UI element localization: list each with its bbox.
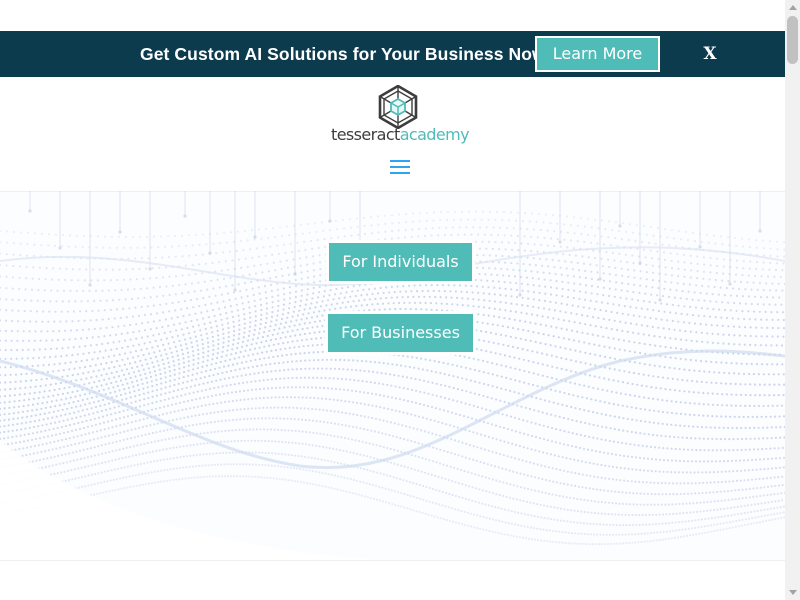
- logo-wordmark[interactable]: tesseractacademy: [0, 125, 785, 144]
- hero-section: For Individuals For Businesses: [0, 191, 785, 560]
- section-divider: [0, 560, 785, 561]
- scroll-down-arrow-icon[interactable]: [785, 585, 800, 600]
- site-header: tesseractacademy: [0, 77, 785, 191]
- tesseract-cube-icon[interactable]: [376, 85, 420, 129]
- scrollbar-thumb[interactable]: [787, 16, 798, 64]
- menu-bar: [390, 166, 410, 168]
- menu-bar: [390, 172, 410, 174]
- close-banner-button[interactable]: X: [702, 31, 718, 77]
- for-businesses-button[interactable]: For Businesses: [328, 314, 473, 352]
- promo-text: Get Custom AI Solutions for Your Busines…: [140, 44, 546, 64]
- logo-text-academy: academy: [399, 125, 470, 144]
- scroll-up-arrow-icon[interactable]: [785, 0, 800, 15]
- logo-text-tesseract: tesseract: [331, 125, 400, 144]
- learn-more-button[interactable]: Learn More: [535, 36, 660, 72]
- hamburger-menu-icon[interactable]: [390, 160, 410, 174]
- for-individuals-button[interactable]: For Individuals: [329, 243, 472, 281]
- menu-bar: [390, 160, 410, 162]
- vertical-scrollbar[interactable]: [785, 0, 800, 600]
- page: Get Custom AI Solutions for Your Busines…: [0, 0, 785, 600]
- promo-banner: Get Custom AI Solutions for Your Busines…: [0, 31, 785, 77]
